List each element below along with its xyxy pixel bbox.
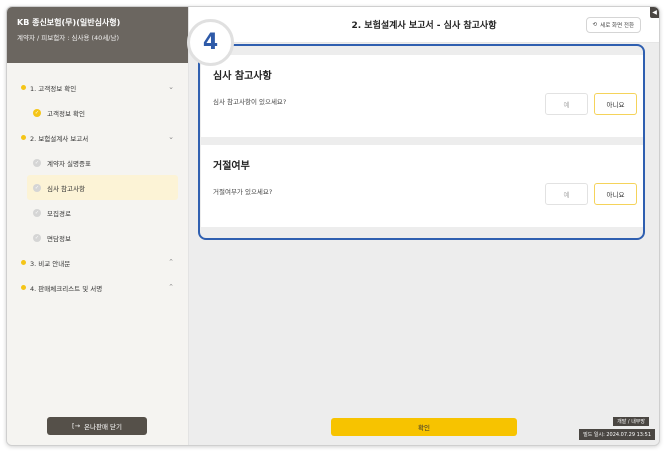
nav-section-label: 4. 판매체크리스트 및 서명 — [30, 284, 103, 293]
nav-item-recruit-path[interactable]: ✓ 모집경로 — [7, 200, 178, 225]
main-panel: 2. 보험설계사 보고서 - 심사 참고사항 ⟲ 세로 화면 전환 ◀ 심사 참… — [189, 7, 659, 445]
sidebar: KB 종신보험(무)(일반심사형) 계약자 / 피보험자 : 심사용 (40세/… — [7, 7, 189, 445]
section-dot-icon — [21, 135, 26, 140]
build-info-badge: 빌드 일시: 2024.07.29 13:51 — [579, 429, 655, 440]
section-dot-icon — [21, 85, 26, 90]
nav-item-interview-info[interactable]: ✓ 면담정보 — [7, 225, 178, 250]
check-circle-icon: ✓ — [33, 208, 41, 217]
nav-item-label: 계약자 실명증표 — [47, 159, 91, 168]
rotate-icon: ⟲ — [592, 22, 598, 28]
chevron-down-icon: ⌄ — [168, 133, 174, 141]
nav-item-label: 면담정보 — [47, 234, 71, 243]
collapse-tab-icon[interactable]: ◀ — [650, 7, 659, 18]
rejection-card: 거절여부 거절여부가 있으세요? 예 아니요 — [201, 145, 645, 227]
content-area: 심사 참고사항 심사 참고사항이 있으세요? 예 아니요 거절여부 거절여부가 … — [201, 55, 645, 227]
section-dot-icon — [21, 285, 26, 290]
no-button[interactable]: 아니요 — [594, 183, 637, 205]
nav-section-agent-report[interactable]: 2. 보험설계사 보고서 ⌄ — [7, 125, 188, 150]
nav-item-review-notes[interactable]: ✓ 심사 참고사항 — [27, 175, 178, 200]
check-circle-icon: ✓ — [33, 158, 41, 167]
sidebar-header: KB 종신보험(무)(일반심사형) 계약자 / 피보험자 : 심사용 (40세/… — [7, 7, 188, 63]
confirm-button[interactable]: 확인 — [331, 418, 517, 436]
review-notes-card: 심사 참고사항 심사 참고사항이 있으세요? 예 아니요 — [201, 55, 645, 137]
nav-item-label: 고객정보 확인 — [47, 109, 85, 118]
nav-section-label: 1. 고객정보 확인 — [30, 84, 77, 93]
nav-section-customer-info[interactable]: 1. 고객정보 확인 ⌄ — [7, 75, 188, 100]
product-title: KB 종신보험(무)(일반심사형) — [17, 18, 121, 27]
nav-section-label: 2. 보험설계사 보고서 — [30, 134, 89, 143]
nav-item-label: 모집경로 — [47, 209, 71, 218]
step-number-badge: 4 — [187, 19, 234, 66]
check-circle-icon: ✓ — [33, 108, 41, 117]
section-dot-icon — [21, 260, 26, 265]
insured-info: 계약자 / 피보험자 : 심사용 (40세/남) — [17, 34, 120, 42]
no-button[interactable]: 아니요 — [594, 93, 637, 115]
app-window: KB 종신보험(무)(일반심사형) 계약자 / 피보험자 : 심사용 (40세/… — [6, 6, 660, 446]
nav-item-id-card[interactable]: ✓ 계약자 실명증표 — [7, 150, 178, 175]
nav-section-label: 3. 비교 안내문 — [30, 259, 71, 268]
card-title: 심사 참고사항 — [213, 71, 272, 82]
yes-button[interactable]: 예 — [545, 93, 588, 115]
exit-icon: [→ — [72, 422, 81, 430]
card-title: 거절여부 — [213, 161, 250, 172]
portrait-switch-label: 세로 화면 전환 — [600, 23, 634, 29]
nav-section-comparison[interactable]: 3. 비교 안내문 ⌃ — [7, 250, 188, 275]
environment-badge: 개발 / 내부망 — [613, 417, 649, 426]
nav-section-checklist[interactable]: 4. 판매체크리스트 및 서명 ⌃ — [7, 275, 188, 300]
chevron-up-icon: ⌃ — [168, 283, 174, 291]
chevron-down-icon: ⌄ — [168, 83, 174, 91]
close-sales-label: 온나판매 닫기 — [84, 423, 122, 431]
chevron-up-icon: ⌃ — [168, 258, 174, 266]
portrait-switch-button[interactable]: ⟲ 세로 화면 전환 — [585, 17, 641, 33]
top-bar: 2. 보험설계사 보고서 - 심사 참고사항 ⟲ 세로 화면 전환 ◀ — [189, 7, 659, 43]
check-circle-icon: ✓ — [33, 233, 41, 242]
nav-item-label: 심사 참고사항 — [47, 184, 85, 193]
sidebar-nav: 1. 고객정보 확인 ⌄ ✓ 고객정보 확인 2. 보험설계사 보고서 ⌄ ✓ … — [7, 63, 188, 300]
yes-button[interactable]: 예 — [545, 183, 588, 205]
close-sales-button[interactable]: [→ 온나판매 닫기 — [47, 417, 147, 435]
check-circle-icon: ✓ — [33, 183, 41, 192]
nav-item-customer-check[interactable]: ✓ 고객정보 확인 — [7, 100, 178, 125]
